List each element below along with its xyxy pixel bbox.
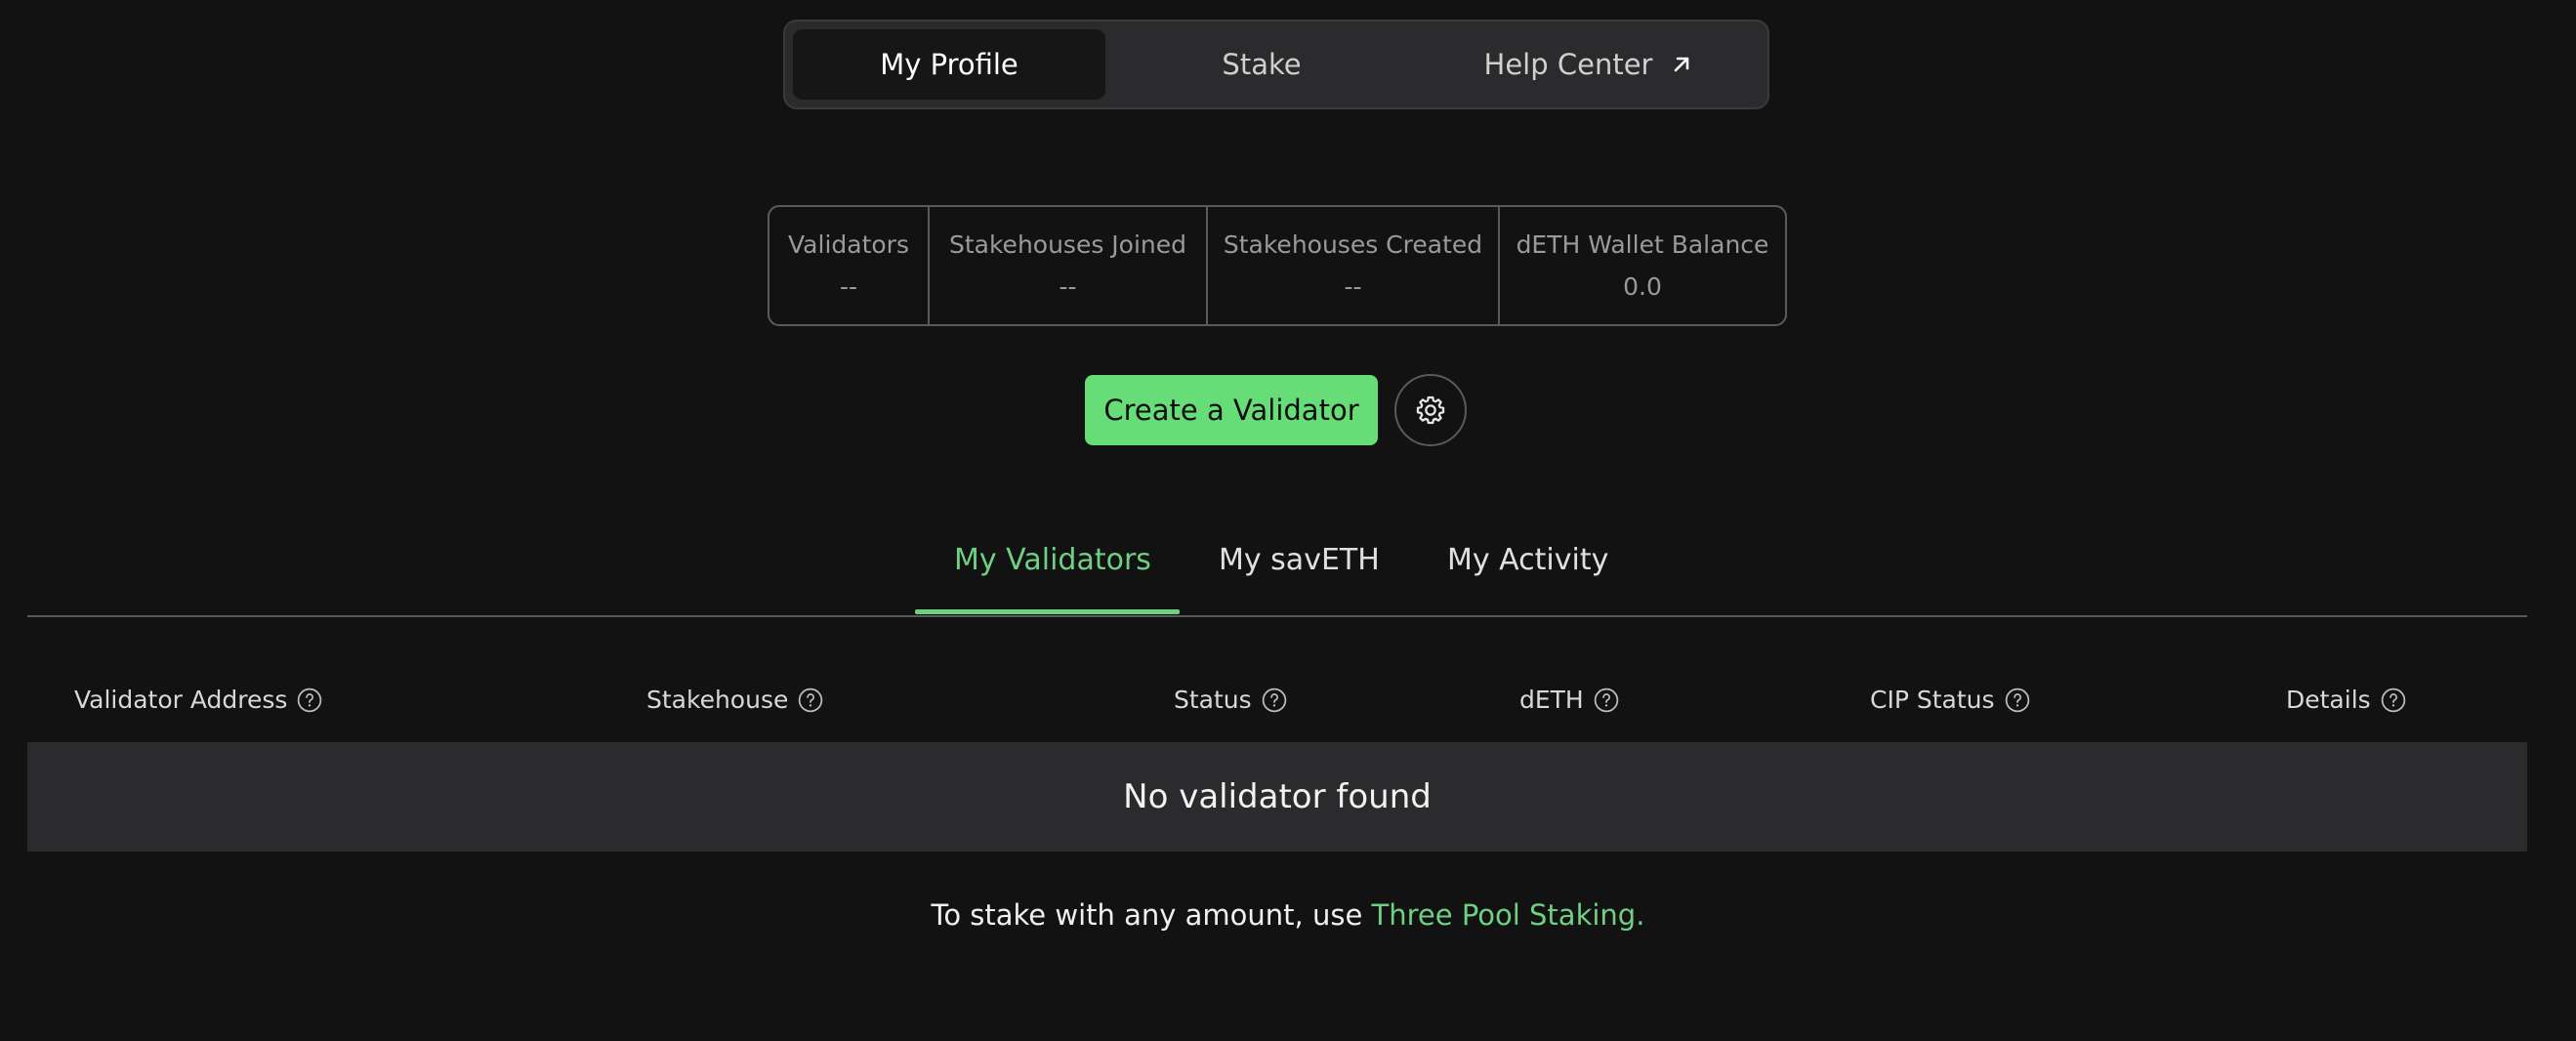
stat-value: 0.0: [1623, 272, 1662, 301]
stat-label: Validators: [788, 230, 909, 259]
column-label: Status: [1174, 686, 1252, 714]
page: My Profile Stake Help Center Validators …: [0, 0, 2576, 1041]
nav-stake[interactable]: Stake: [1105, 29, 1418, 100]
stat-label: Stakehouses Created: [1223, 230, 1483, 259]
column-stakehouse: Stakehouse: [646, 686, 823, 714]
stat-value: --: [1059, 272, 1077, 301]
stat-value: --: [839, 272, 858, 301]
three-pool-staking-link[interactable]: Three Pool Staking.: [1372, 898, 1645, 932]
nav-help-center-label: Help Center: [1483, 48, 1653, 81]
column-validator-address: Validator Address: [74, 686, 322, 714]
stat-label: Stakehouses Joined: [948, 230, 1187, 259]
stat-stakehouses-joined: Stakehouses Joined --: [930, 207, 1208, 324]
help-icon[interactable]: [1594, 687, 1619, 713]
tab-my-activity[interactable]: My Activity: [1447, 543, 1608, 577]
external-arrow-icon: [1675, 57, 1689, 72]
help-icon[interactable]: [1262, 687, 1287, 713]
column-cip-status: CIP Status: [1870, 686, 2030, 714]
column-details: Details: [2286, 686, 2406, 714]
help-icon[interactable]: [297, 687, 322, 713]
stat-validators: Validators --: [769, 207, 930, 324]
profile-tabs: My Validators My savETH My Activity: [0, 523, 2576, 617]
nav-my-profile-label: My Profile: [880, 48, 1018, 81]
active-tab-indicator: [915, 609, 1180, 614]
top-navigation: My Profile Stake Help Center: [783, 20, 1769, 109]
tab-my-saveth[interactable]: My savETH: [1219, 543, 1380, 577]
column-status: Status: [1174, 686, 1287, 714]
nav-stake-label: Stake: [1222, 48, 1302, 81]
column-label: Validator Address: [74, 686, 288, 714]
column-deth: dETH: [1519, 686, 1619, 714]
stat-value: --: [1344, 272, 1362, 301]
help-icon[interactable]: [2005, 687, 2030, 713]
gear-icon: [1416, 396, 1445, 425]
nav-my-profile[interactable]: My Profile: [793, 29, 1105, 100]
nav-help-center[interactable]: Help Center: [1418, 29, 1760, 100]
help-icon[interactable]: [798, 687, 823, 713]
column-label: dETH: [1519, 686, 1584, 714]
column-label: CIP Status: [1870, 686, 1995, 714]
column-label: Details: [2286, 686, 2371, 714]
help-icon[interactable]: [2381, 687, 2406, 713]
empty-message: No validator found: [1123, 777, 1432, 816]
create-validator-button[interactable]: Create a Validator: [1085, 375, 1378, 445]
stat-stakehouses-created: Stakehouses Created --: [1208, 207, 1500, 324]
column-label: Stakehouse: [646, 686, 789, 714]
tab-my-validators[interactable]: My Validators: [954, 543, 1151, 577]
footer-note: To stake with any amount, use Three Pool…: [0, 898, 2576, 932]
profile-stats: Validators -- Stakehouses Joined -- Stak…: [768, 205, 1787, 326]
stat-label: dETH Wallet Balance: [1516, 230, 1769, 259]
stat-deth-wallet-balance: dETH Wallet Balance 0.0: [1500, 207, 1785, 324]
footer-prefix: To stake with any amount, use: [931, 898, 1372, 932]
tabs-divider: [27, 615, 2527, 617]
settings-button[interactable]: [1394, 374, 1467, 446]
empty-table-row: No validator found: [27, 742, 2527, 852]
